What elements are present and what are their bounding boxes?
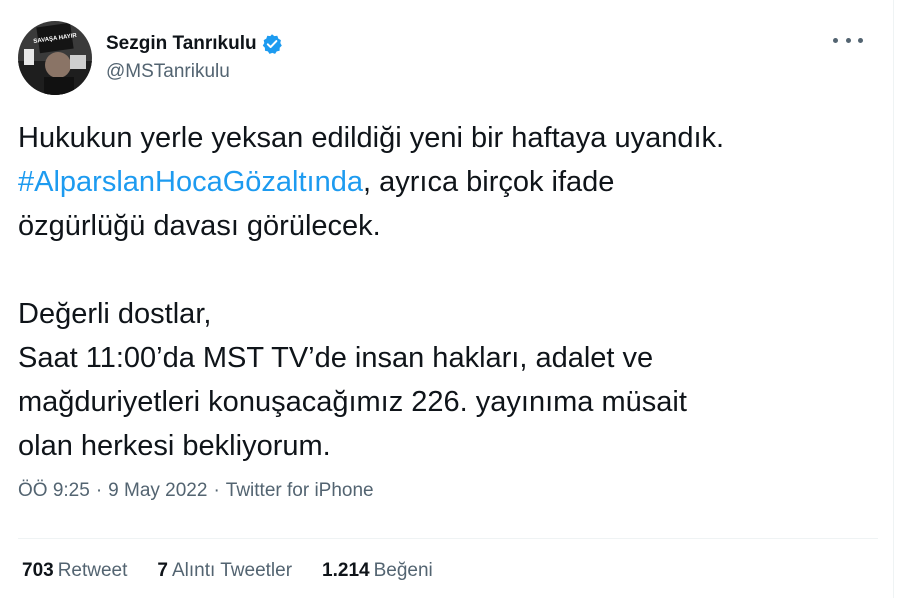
tweet-line-1: Hukukun yerle yeksan edildiği yeni bir h… xyxy=(18,122,725,154)
tweet-header: SAVAŞA HAYIR Sezgin Tanrıkulu @MSTanriku… xyxy=(18,18,283,98)
quotes-stat[interactable]: 7 Alıntı Tweetler xyxy=(157,560,292,582)
tweet-meta: ÖÖ 9:25 · 9 May 2022 · Twitter for iPhone xyxy=(18,480,374,502)
author-names: Sezgin Tanrıkulu @MSTanrikulu xyxy=(106,33,283,83)
likes-label: Beğeni xyxy=(373,560,433,581)
tweet-stats: 703 Retweet 7 Alıntı Tweetler 1.214 Beğeni xyxy=(22,560,463,582)
tweet-date[interactable]: 9 May 2022 xyxy=(108,480,207,501)
name-row: Sezgin Tanrıkulu xyxy=(106,33,283,55)
tweet-time[interactable]: ÖÖ 9:25 xyxy=(18,480,90,501)
divider xyxy=(18,538,878,539)
tweet-line-4: Değerli dostlar, xyxy=(18,298,212,330)
avatar[interactable]: SAVAŞA HAYIR xyxy=(18,21,92,95)
tweet-line-3: özgürlüğü davası görülecek. xyxy=(18,210,381,242)
author-handle[interactable]: @MSTanrikulu xyxy=(106,61,283,83)
retweets-count: 703 xyxy=(22,560,54,581)
tweet-line-5: Saat 11:00’da MST TV’de insan hakları, a… xyxy=(18,342,654,374)
more-options-icon[interactable] xyxy=(833,30,863,50)
tweet-source[interactable]: Twitter for iPhone xyxy=(226,480,374,501)
more-dot xyxy=(833,37,838,43)
tweet-line-7: olan herkesi bekliyorum. xyxy=(18,430,331,462)
tweet-card: SAVAŞA HAYIR Sezgin Tanrıkulu @MSTanriku… xyxy=(0,0,894,598)
meta-separator: · xyxy=(213,480,220,501)
likes-stat[interactable]: 1.214 Beğeni xyxy=(322,560,433,582)
tweet-text: Hukukun yerle yeksan edildiği yeni bir h… xyxy=(18,116,878,468)
retweets-label: Retweet xyxy=(57,560,128,581)
tweet-line-6: mağduriyetleri konuşacağımız 226. yayını… xyxy=(18,386,687,418)
tweet-line-2: #AlparslanHocaGözaltında, ayrıca birçok … xyxy=(18,160,878,204)
tweet-line-2-rest: , ayrıca birçok ifade xyxy=(362,166,615,198)
hashtag-link[interactable]: #AlparslanHocaGözaltında xyxy=(18,166,363,198)
author-display-name[interactable]: Sezgin Tanrıkulu xyxy=(106,33,257,55)
meta-separator: · xyxy=(95,480,103,501)
more-dot xyxy=(858,37,863,43)
more-dot xyxy=(845,37,851,43)
likes-count: 1.214 xyxy=(322,560,370,581)
retweets-stat[interactable]: 703 Retweet xyxy=(22,560,127,582)
quotes-count: 7 xyxy=(157,560,168,581)
quotes-label: Alıntı Tweetler xyxy=(171,560,293,581)
verified-badge-icon xyxy=(261,33,283,55)
